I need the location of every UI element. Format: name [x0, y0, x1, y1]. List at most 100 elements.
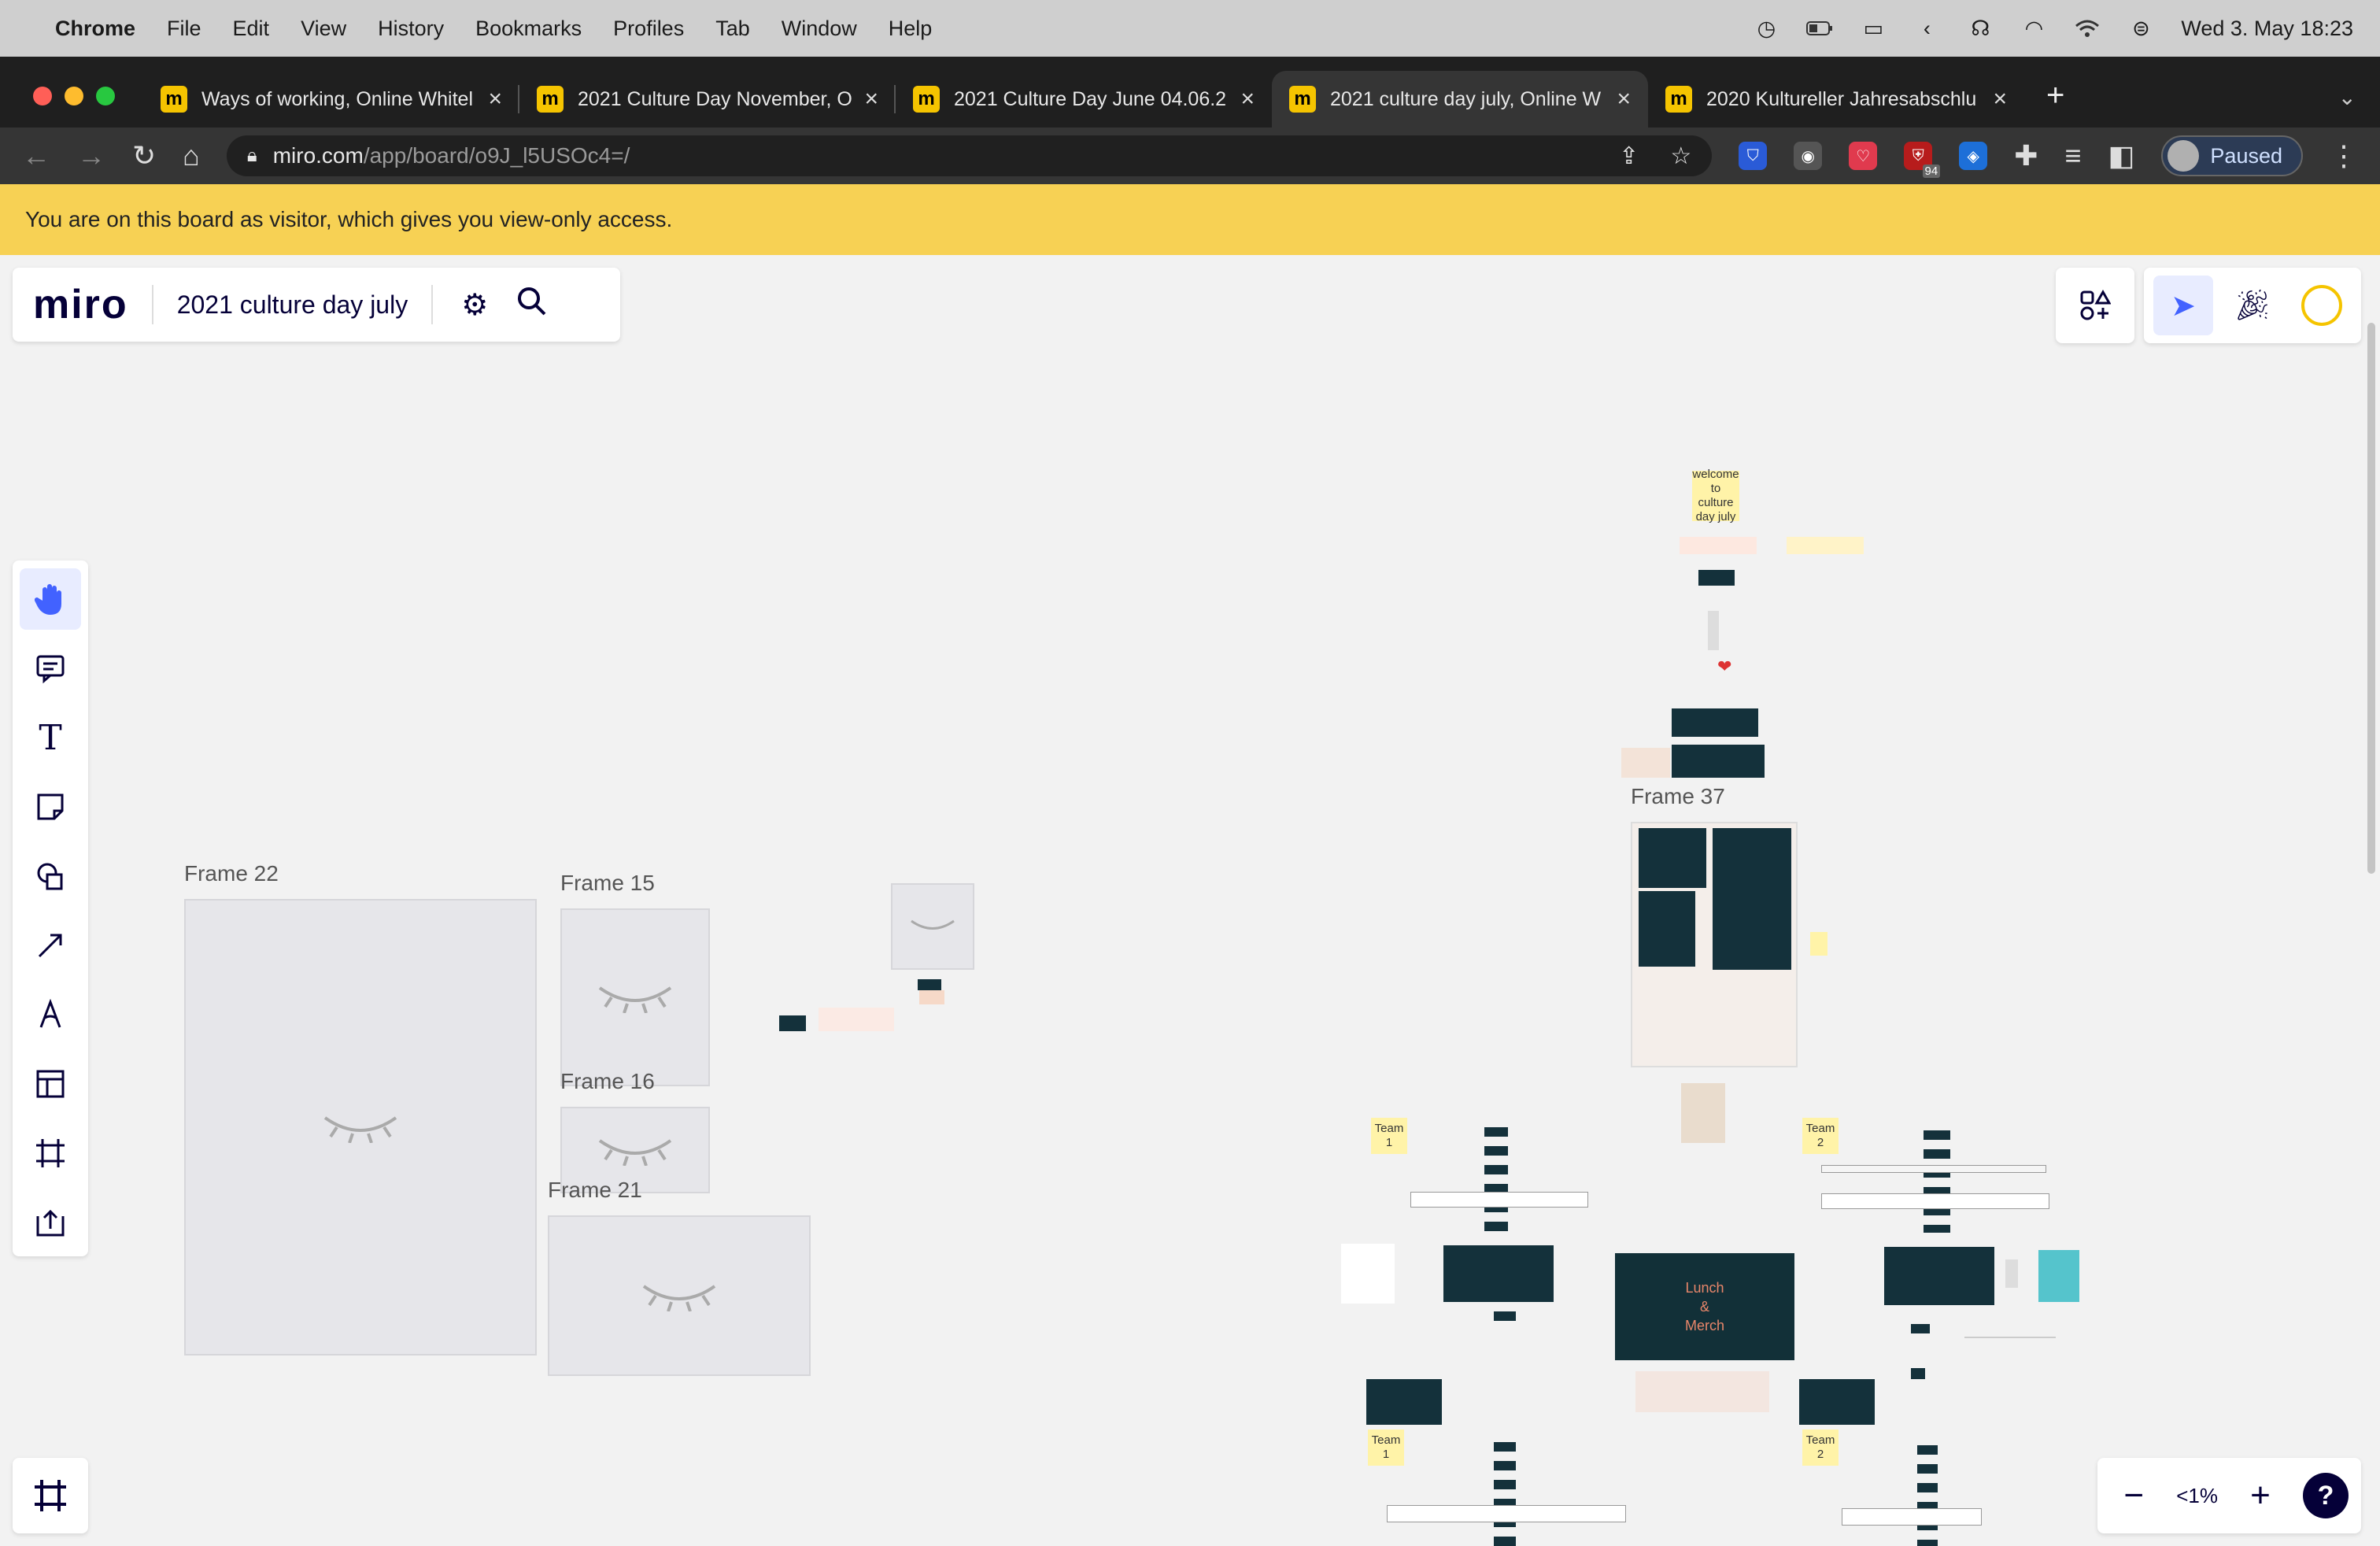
board-thumbnail[interactable]: [1410, 1192, 1588, 1208]
minimize-window-button[interactable]: [65, 87, 83, 105]
close-tab-icon[interactable]: ×: [1240, 86, 1255, 113]
board-thumbnail[interactable]: [1635, 1371, 1769, 1412]
menu-file[interactable]: File: [167, 17, 201, 41]
board-thumbnail[interactable]: [1672, 745, 1765, 778]
zoom-out-button[interactable]: −: [2110, 1476, 2157, 1515]
vpn-icon[interactable]: ◠: [2020, 17, 2047, 40]
connector-line[interactable]: [1964, 1337, 2056, 1338]
comment-icon[interactable]: [20, 638, 81, 699]
board-thumbnail[interactable]: [1884, 1247, 1994, 1305]
board-thumbnail[interactable]: [1494, 1311, 1516, 1321]
sticky-note[interactable]: welcome to culture day july: [1692, 468, 1739, 523]
settings-gear-icon[interactable]: ⚙: [461, 287, 488, 323]
browser-tab-active[interactable]: m 2021 culture day july, Online W ×: [1272, 71, 1648, 128]
share-icon[interactable]: ⇪: [1619, 142, 1639, 170]
apps-shapes-icon[interactable]: [2065, 276, 2125, 335]
board-thumbnail[interactable]: [1387, 1505, 1626, 1522]
user-presence-avatar[interactable]: [2292, 276, 2352, 335]
board-thumbnail[interactable]: [1621, 748, 1670, 778]
board-thumbnail[interactable]: [1494, 1442, 1516, 1546]
zoom-level[interactable]: <1%: [2176, 1484, 2218, 1508]
forward-arrow-icon[interactable]: →: [77, 139, 105, 172]
battery-icon[interactable]: [1806, 17, 1833, 39]
pen-icon[interactable]: [20, 984, 81, 1045]
frame-21[interactable]: [548, 1215, 811, 1376]
board-thumbnail[interactable]: [1341, 1244, 1395, 1304]
browser-tab[interactable]: m 2021 Culture Day June 04.06.2 ×: [896, 71, 1272, 128]
board-thumbnail[interactable]: [1672, 708, 1758, 737]
board-thumbnail[interactable]: [1842, 1508, 1982, 1526]
home-icon[interactable]: ⌂: [183, 139, 200, 172]
menu-edit[interactable]: Edit: [233, 17, 270, 41]
chevron-left-icon[interactable]: ‹: [1913, 17, 1940, 40]
upload-icon[interactable]: [20, 1192, 81, 1253]
board-thumbnail[interactable]: [918, 979, 941, 990]
time-machine-icon[interactable]: ◷: [1753, 17, 1779, 40]
close-window-button[interactable]: [33, 87, 52, 105]
board-thumbnail[interactable]: [1917, 1445, 1938, 1546]
board-thumbnail[interactable]: [2005, 1259, 2018, 1288]
board-thumbnail[interactable]: [1911, 1324, 1930, 1333]
frame-37[interactable]: [1631, 822, 1798, 1067]
frame-tool-icon[interactable]: [20, 1123, 81, 1184]
airpods-icon[interactable]: ☊: [1967, 17, 1994, 40]
menu-history[interactable]: History: [378, 17, 444, 41]
sticky-note[interactable]: Team 2: [1802, 1118, 1839, 1154]
close-tab-icon[interactable]: ×: [864, 86, 878, 113]
celebrate-icon[interactable]: 🎉︎: [2223, 276, 2282, 335]
ublock-extension-icon[interactable]: ⛨ 94: [1904, 142, 1941, 178]
board-thumbnail[interactable]: [1443, 1245, 1554, 1302]
sticky-note-icon[interactable]: [20, 776, 81, 838]
shapes-icon[interactable]: [20, 845, 81, 907]
board-thumbnail[interactable]: [819, 1008, 894, 1031]
board-thumbnail[interactable]: [1821, 1165, 2046, 1173]
text-tool-icon[interactable]: T: [20, 707, 81, 768]
board-thumbnail[interactable]: [1787, 537, 1864, 554]
more-menu-icon[interactable]: ⋮: [2330, 139, 2358, 172]
close-tab-icon[interactable]: ×: [1617, 86, 1631, 113]
back-arrow-icon[interactable]: ←: [22, 139, 50, 172]
tab-search-chevron-icon[interactable]: ⌄: [2315, 84, 2380, 128]
board-thumbnail[interactable]: [1911, 1368, 1925, 1379]
frame-label[interactable]: Frame 16: [560, 1069, 655, 1094]
menu-bookmarks[interactable]: Bookmarks: [475, 17, 582, 41]
frame-label[interactable]: Frame 15: [560, 871, 655, 896]
board-thumbnail[interactable]: [779, 1015, 806, 1031]
frame-15[interactable]: [560, 908, 710, 1086]
templates-icon[interactable]: [20, 1053, 81, 1115]
sticky-note[interactable]: [1810, 932, 1828, 956]
menu-profiles[interactable]: Profiles: [613, 17, 684, 41]
menu-app-name[interactable]: Chrome: [55, 17, 135, 41]
lock-icon[interactable]: 🔒︎: [247, 145, 257, 167]
board-thumbnail[interactable]: [1821, 1193, 2049, 1209]
frame-label[interactable]: Frame 22: [184, 861, 279, 886]
board-thumbnail[interactable]: [1681, 1083, 1725, 1143]
frame-22[interactable]: [184, 899, 537, 1356]
wifi-icon[interactable]: [2074, 17, 2101, 39]
frames-panel-button[interactable]: [13, 1458, 88, 1533]
cursor-select-icon[interactable]: ➤: [2153, 276, 2213, 335]
extension-icon[interactable]: ◉: [1794, 142, 1823, 170]
sticky-note[interactable]: Team 2: [1802, 1429, 1839, 1466]
control-center-icon[interactable]: ⊜: [2127, 17, 2154, 40]
frame-label[interactable]: Frame 21: [548, 1178, 642, 1203]
frame-label[interactable]: Frame 37: [1631, 784, 1725, 809]
browser-tab[interactable]: m 2021 Culture Day November, O ×: [519, 71, 896, 128]
board-thumbnail[interactable]: [919, 990, 944, 1004]
address-bar[interactable]: 🔒︎ miro.com/app/board/o9J_l5USOc4=/ ⇪ ☆: [226, 135, 1713, 176]
side-panel-icon[interactable]: ◧: [2108, 139, 2134, 172]
pocket-extension-icon[interactable]: ♡: [1849, 142, 1878, 170]
menu-tab[interactable]: Tab: [715, 17, 750, 41]
help-button[interactable]: ?: [2303, 1473, 2349, 1518]
new-tab-button[interactable]: +: [2024, 78, 2086, 128]
menu-help[interactable]: Help: [889, 17, 933, 41]
small-frame[interactable]: [891, 883, 974, 970]
vertical-scrollbar[interactable]: [2367, 323, 2375, 874]
board-thumbnail[interactable]: [1366, 1379, 1442, 1425]
board-title[interactable]: 2021 culture day july: [177, 290, 408, 320]
menu-window[interactable]: Window: [782, 17, 857, 41]
connector-arrow-icon[interactable]: [20, 915, 81, 976]
close-tab-icon[interactable]: ×: [488, 86, 502, 113]
bitwarden-extension-icon[interactable]: ⛉: [1739, 142, 1768, 170]
sticky-note[interactable]: Team 1: [1368, 1429, 1404, 1466]
